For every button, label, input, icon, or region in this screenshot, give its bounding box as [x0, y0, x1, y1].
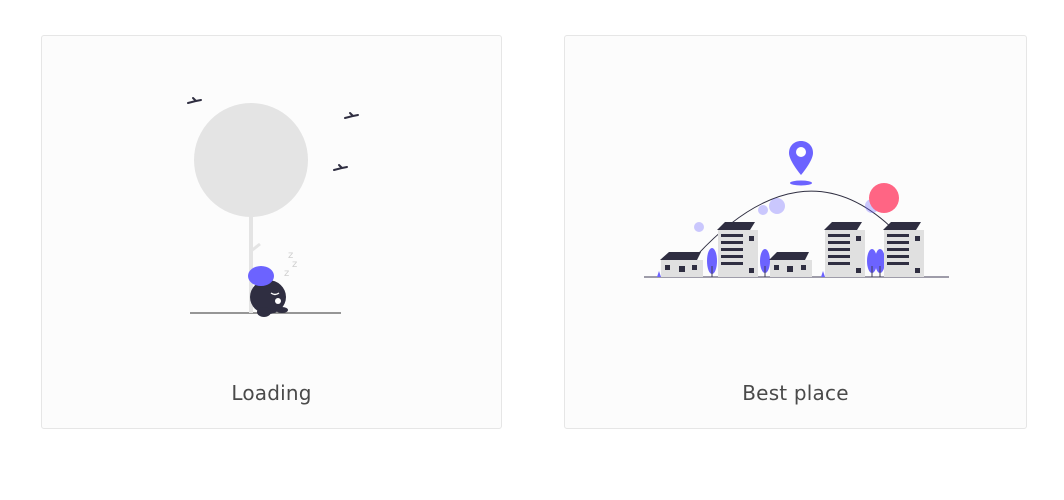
- bubble: [769, 198, 785, 214]
- bird-icon: [187, 97, 202, 104]
- building-roof: [717, 222, 755, 230]
- best-place-card[interactable]: Best place: [564, 35, 1027, 429]
- character-feet: [276, 307, 288, 313]
- character-feet: [257, 307, 271, 317]
- tree-canopy: [194, 103, 308, 217]
- sun: [869, 183, 899, 213]
- house-roof: [660, 252, 701, 260]
- loading-card[interactable]: z z z Loading: [41, 35, 502, 429]
- sleeping-under-tree-illustration: z z z: [187, 97, 359, 317]
- bubble: [758, 205, 768, 215]
- building-roof: [883, 222, 921, 230]
- map-pin-icon: [789, 141, 813, 175]
- house-roof: [769, 252, 809, 260]
- character-hat: [248, 266, 274, 286]
- bird-icon: [333, 164, 348, 171]
- card-title: Loading: [231, 381, 312, 405]
- card-title: Best place: [742, 381, 849, 405]
- building-roof: [824, 222, 862, 230]
- map-pin-shadow: [790, 180, 812, 186]
- map-pin-hole: [796, 147, 806, 157]
- bubble: [694, 222, 704, 232]
- sleep-z: z: [292, 259, 297, 270]
- character-mouth: [275, 298, 281, 304]
- city-location-illustration: [644, 141, 949, 278]
- sleep-z: z: [284, 268, 289, 279]
- bird-icon: [344, 112, 359, 119]
